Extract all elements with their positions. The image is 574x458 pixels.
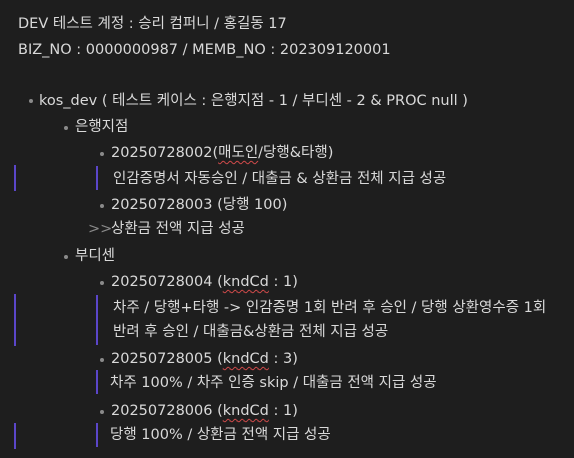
group2-item1-id-underlined: kndCd [222, 274, 269, 290]
group2-item1-note-line2[interactable]: 반려 후 승인 / 대출금&상환금 전체 지급 성공 [113, 322, 388, 342]
group1-item1-id[interactable]: 20250728002(매도인/당행&타행) [111, 143, 333, 163]
group2-item2-id-underlined: kndCd [222, 351, 269, 367]
group2-item2-id-suffix: : 3) [268, 351, 298, 367]
group2-title[interactable]: 부디센 [75, 246, 115, 266]
group2-item3-id-underlined: kndCd [222, 403, 269, 419]
group2-item2-id-prefix: 20250728005 ( [111, 351, 223, 367]
group1-item1-bullet-icon [100, 152, 104, 156]
root-bullet-icon [29, 99, 33, 103]
group2-item2-note[interactable]: 차주 100% / 차주 인증 skip / 대출금 전액 지급 성공 [110, 373, 437, 393]
group1-item2-bullet-icon [100, 204, 104, 208]
header-account-line: DEV 테스트 계정 : 승리 컴퍼니 / 홍길동 17 [18, 16, 287, 32]
group1-title[interactable]: 은행지점 [75, 117, 128, 137]
group2-item1-id[interactable]: 20250728004 (kndCd : 1) [111, 272, 298, 292]
group2-item3-id-prefix: 20250728006 ( [111, 403, 223, 419]
group2-item1-quote-bar [96, 295, 98, 345]
group2-item3-note[interactable]: 당행 100% / 상환금 전액 지급 성공 [110, 425, 331, 445]
group1-item1-note[interactable]: 인감증명서 자동승인 / 대출금 & 상환금 전체 지급 성공 [113, 169, 446, 189]
group2-item3-id-suffix: : 1) [268, 403, 298, 419]
left-gutter-bar [14, 294, 16, 346]
group1-item1-quote-bar [96, 166, 98, 190]
group2-item3-id[interactable]: 20250728006 (kndCd : 1) [111, 401, 298, 421]
group2-item1-note-line1[interactable]: 차주 / 당행+타행 -> 인감증명 1회 반려 후 승인 / 당행 상환영수증… [113, 298, 546, 318]
group2-item3-bullet-icon [100, 410, 104, 414]
header-biz-line: BIZ_NO : 0000000987 / MEMB_NO : 20230912… [18, 42, 391, 58]
group2-item2-bullet-icon [100, 358, 104, 362]
left-gutter-bar [14, 165, 16, 191]
group1-item1-id-prefix: 20250728002( [111, 145, 219, 161]
group2-item2-quote-bar [96, 370, 98, 394]
group1-item2-id[interactable]: 20250728003 (당행 100) [111, 195, 287, 215]
group2-bullet-icon [64, 255, 68, 259]
group2-item2-id[interactable]: 20250728005 (kndCd : 3) [111, 349, 298, 369]
group1-item1-id-suffix: /당행&타행) [258, 145, 334, 161]
root-title[interactable]: kos_dev ( 테스트 케이스 : 은행지점 - 1 / 부디센 - 2 &… [39, 91, 468, 111]
group1-item1-id-underlined: 매도인 [218, 145, 259, 161]
group2-item1-id-prefix: 20250728004 ( [111, 274, 223, 290]
group1-item2-note[interactable]: 상환금 전액 지급 성공 [111, 219, 245, 239]
group1-item2-arrow: >> [88, 221, 113, 237]
group2-item3-quote-bar [96, 423, 98, 447]
group2-item1-bullet-icon [100, 281, 104, 285]
left-gutter-bar [14, 423, 16, 449]
group2-item1-id-suffix: : 1) [268, 274, 298, 290]
group1-bullet-icon [64, 126, 68, 130]
